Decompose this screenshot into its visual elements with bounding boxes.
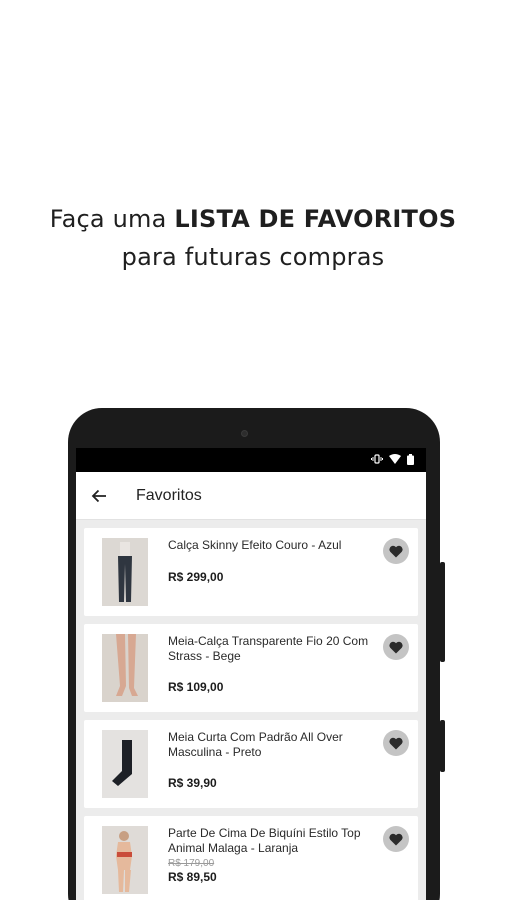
heart-icon — [389, 641, 403, 653]
favorite-button[interactable] — [383, 826, 409, 852]
headline-bold: LISTA DE FAVORITOS — [174, 205, 457, 233]
product-price: R$ 89,50 — [168, 870, 217, 884]
status-bar — [76, 448, 426, 472]
product-card[interactable]: Meia Curta Com Padrão All Over Masculina… — [84, 720, 418, 808]
wifi-icon — [389, 454, 401, 466]
battery-icon — [407, 453, 414, 467]
app-bar: Favoritos — [76, 472, 426, 520]
product-card[interactable]: Parte De Cima De Biquíni Estilo Top Anim… — [84, 816, 418, 900]
product-price: R$ 299,00 — [168, 570, 224, 584]
phone-volume-button — [440, 720, 445, 772]
product-price: R$ 109,00 — [168, 680, 224, 694]
product-price: R$ 39,90 — [168, 776, 217, 790]
favorites-list: Calça Skinny Efeito Couro - Azul R$ 299,… — [76, 520, 426, 900]
arrow-left-icon[interactable] — [88, 485, 110, 507]
product-image — [102, 634, 148, 702]
headline-line-2: para futuras compras — [121, 243, 385, 271]
product-name: Parte De Cima De Biquíni Estilo Top Anim… — [168, 826, 361, 855]
page-title: Favoritos — [136, 486, 202, 504]
product-image — [102, 538, 148, 606]
headline-prefix: Faça uma — [49, 205, 175, 233]
vibrate-icon — [371, 454, 383, 466]
favorite-button[interactable] — [383, 634, 409, 660]
product-image — [102, 730, 148, 798]
favorite-button[interactable] — [383, 538, 409, 564]
heart-icon — [389, 737, 403, 749]
product-card[interactable]: Calça Skinny Efeito Couro - Azul R$ 299,… — [84, 528, 418, 616]
product-name: Meia-Calça Transparente Fio 20 Com Stras… — [168, 634, 369, 663]
heart-icon — [389, 833, 403, 845]
product-name: Meia Curta Com Padrão All Over Masculina… — [168, 730, 343, 759]
product-card[interactable]: Meia-Calça Transparente Fio 20 Com Stras… — [84, 624, 418, 712]
headline-line-1: Faça uma LISTA DE FAVORITOS — [0, 200, 506, 238]
phone-side-button — [440, 562, 445, 662]
favorite-button[interactable] — [383, 730, 409, 756]
front-camera — [241, 430, 248, 437]
product-old-price: R$ 179,00 — [168, 858, 215, 869]
heart-icon — [389, 545, 403, 557]
product-image — [102, 826, 148, 894]
phone-screen: Favoritos Calça Skinny Efeito Couro - Az… — [76, 448, 426, 900]
promo-headline: Faça uma LISTA DE FAVORITOS para futuras… — [0, 200, 506, 276]
product-name: Calça Skinny Efeito Couro - Azul — [168, 538, 342, 552]
phone-frame: Favoritos Calça Skinny Efeito Couro - Az… — [68, 408, 440, 900]
